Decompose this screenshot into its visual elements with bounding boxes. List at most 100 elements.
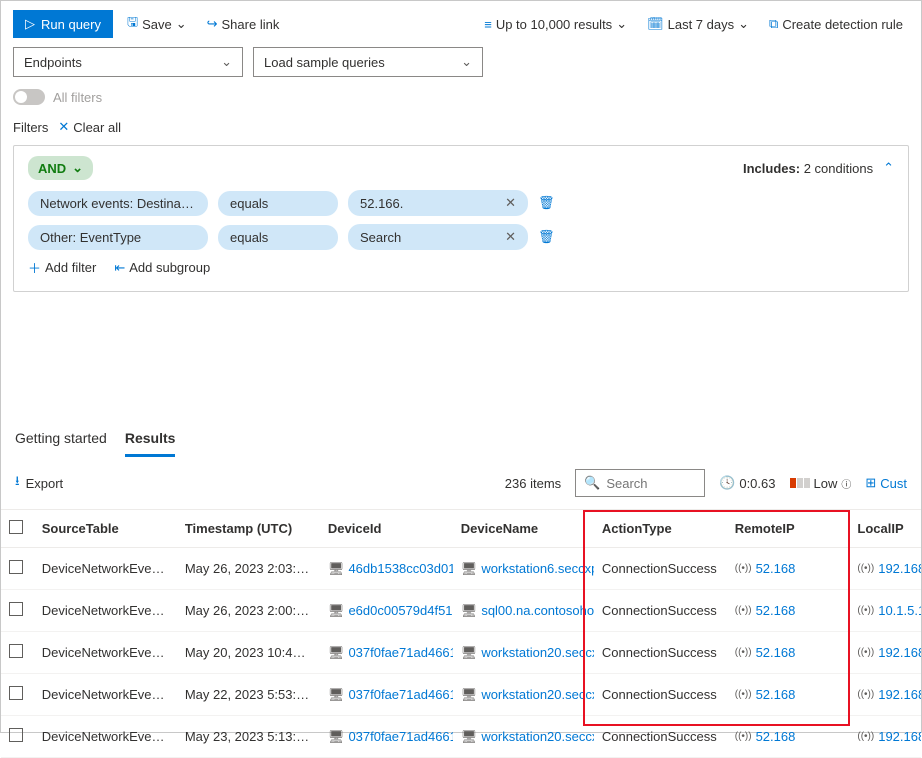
local-ip-link[interactable]: ((•))192.168	[857, 561, 913, 576]
device-name-link[interactable]: 🖥workstation20.seccxp...	[461, 687, 586, 703]
row-checkbox[interactable]	[9, 644, 23, 658]
col-timestamp[interactable]: Timestamp (UTC)	[177, 510, 320, 548]
tab-getting-started[interactable]: Getting started	[15, 422, 107, 457]
device-icon: 🖥	[328, 729, 345, 745]
clear-value-icon[interactable]: ✕	[497, 195, 516, 211]
all-filters-toggle[interactable]	[13, 89, 45, 105]
clear-all-button[interactable]: ✕ Clear all	[58, 119, 121, 135]
sample-label: Load sample queries	[264, 55, 385, 70]
device-id-link[interactable]: 🖥e6d0c00579d4f51ee1...	[328, 603, 445, 619]
filters-label: Filters	[13, 120, 48, 135]
filter-value-text: Search	[360, 230, 401, 245]
device-icon: 🖥	[328, 645, 345, 661]
cell-source: DeviceNetworkEvents	[34, 674, 177, 716]
customize-columns-button[interactable]: ⊞ Cust	[865, 475, 907, 491]
tab-results[interactable]: Results	[125, 422, 176, 457]
detection-icon: ⧉	[769, 16, 778, 32]
filter-value-pill[interactable]: 52.166. ✕	[348, 190, 528, 216]
results-limit-button[interactable]: ≡ Up to 10,000 results ⌄	[478, 12, 633, 36]
chevron-down-icon: ⌄	[72, 160, 83, 176]
play-icon: ▷	[25, 16, 35, 32]
device-name-link[interactable]: 🖥workstation20.seccxp...	[461, 729, 586, 745]
device-icon: 🖥	[461, 645, 478, 661]
filter-op-pill[interactable]: equals	[218, 191, 338, 216]
clear-value-icon[interactable]: ✕	[497, 229, 516, 245]
delete-filter-icon[interactable]: 🗑	[538, 229, 555, 245]
save-button[interactable]: 🖫 Save ⌄	[121, 9, 193, 39]
remote-ip-link[interactable]: ((•))52.168	[735, 729, 842, 744]
device-id-link[interactable]: 🖥037f0fae71ad4661e3...	[328, 687, 445, 703]
row-checkbox[interactable]	[9, 560, 23, 574]
device-icon: 🖥	[461, 729, 478, 745]
local-ip-link[interactable]: ((•))10.1.5.1	[857, 603, 913, 618]
filter-group: AND ⌄ Includes: 2 conditions ⌃ Network e…	[13, 145, 909, 292]
run-query-button[interactable]: ▷ Run query	[13, 10, 113, 38]
filter-op-pill[interactable]: equals	[218, 225, 338, 250]
results-toolbar: ⭳ Export 236 items 🔍 🕓 0:0.63 Low ⓘ ⊞ Cu…	[1, 457, 921, 510]
device-id-link[interactable]: 🖥037f0fae71ad4661e3...	[328, 645, 445, 661]
chevron-down-icon: ⌄	[461, 54, 472, 70]
row-checkbox[interactable]	[9, 728, 23, 742]
customize-label: Cust	[880, 476, 907, 491]
chevron-down-icon: ⌄	[738, 16, 749, 32]
col-device-name[interactable]: DeviceName	[453, 510, 594, 548]
save-label: Save	[142, 17, 172, 32]
time-range-button[interactable]: 🗓 Last 7 days ⌄	[641, 12, 755, 36]
delete-filter-icon[interactable]: 🗑	[538, 195, 555, 211]
run-query-label: Run query	[41, 17, 101, 32]
clock-icon: 🕓	[719, 475, 735, 491]
device-id-link[interactable]: 🖥46db1538cc03d01ed...	[328, 561, 445, 577]
top-toolbar: ▷ Run query 🖫 Save ⌄ ↪ Share link ≡ Up t…	[1, 1, 921, 47]
col-source[interactable]: SourceTable	[34, 510, 177, 548]
subgroup-icon: ⇤	[114, 260, 125, 276]
device-name-link[interactable]: 🖥workstation6.seccxp...	[461, 561, 586, 577]
operator-chip[interactable]: AND ⌄	[28, 156, 93, 180]
results-limit-label: Up to 10,000 results	[496, 17, 612, 32]
share-button[interactable]: ↪ Share link	[201, 12, 286, 36]
cell-source: DeviceNetworkEvents	[34, 590, 177, 632]
search-input[interactable]	[606, 476, 696, 491]
device-name-link[interactable]: 🖥sql00.na.contosohote...	[461, 603, 586, 619]
device-icon: 🖥	[461, 603, 478, 619]
device-icon: 🖥	[328, 561, 345, 577]
query-timing: 🕓 0:0.63	[719, 475, 775, 491]
detection-rule-button[interactable]: ⧉ Create detection rule	[763, 12, 909, 36]
local-ip-link[interactable]: ((•))192.168	[857, 687, 913, 702]
device-name-link[interactable]: 🖥workstation20.seccxp...	[461, 645, 586, 661]
export-label: Export	[26, 476, 64, 491]
col-device-id[interactable]: DeviceId	[320, 510, 453, 548]
filter-field-pill[interactable]: Other: EventType	[28, 225, 208, 250]
info-icon[interactable]: ⓘ	[841, 476, 851, 491]
device-id-link[interactable]: 🖥037f0fae71ad4661e3...	[328, 729, 445, 745]
cell-timestamp: May 26, 2023 2:00:41 PM	[177, 590, 320, 632]
cell-source: DeviceNetworkEvents	[34, 632, 177, 674]
chevron-down-icon: ⌄	[176, 16, 187, 32]
local-ip-link[interactable]: ((•))192.168	[857, 729, 913, 744]
add-subgroup-button[interactable]: ⇤ Add subgroup	[114, 258, 210, 277]
save-icon: 🖫	[127, 13, 138, 35]
export-button[interactable]: ⭳ Export	[15, 472, 63, 494]
sample-select[interactable]: Load sample queries ⌄	[253, 47, 483, 77]
add-filter-button[interactable]: ＋ Add filter	[28, 258, 96, 277]
filter-group-header: AND ⌄ Includes: 2 conditions ⌃	[28, 156, 894, 180]
operator-label: AND	[38, 161, 66, 176]
filter-value-pill[interactable]: Search ✕	[348, 224, 528, 250]
share-icon: ↪	[207, 16, 218, 32]
cell-timestamp: May 22, 2023 5:53:49 AM	[177, 674, 320, 716]
add-filter-label: Add filter	[45, 260, 96, 275]
row-checkbox[interactable]	[9, 602, 23, 616]
filter-field-pill[interactable]: Network events: DestinationIPA...	[28, 191, 208, 216]
annotation-highlight	[583, 510, 850, 726]
row-checkbox[interactable]	[9, 686, 23, 700]
signal-icon: ((•))	[857, 605, 874, 616]
results-search[interactable]: 🔍	[575, 469, 705, 497]
results-table-wrapper: SourceTable Timestamp (UTC) DeviceId Dev…	[1, 510, 921, 758]
cell-timestamp: May 26, 2023 2:03:52 PM	[177, 548, 320, 590]
scope-select[interactable]: Endpoints ⌄	[13, 47, 243, 77]
scope-row: Endpoints ⌄ Load sample queries ⌄	[1, 47, 921, 85]
select-all-checkbox[interactable]	[9, 520, 23, 534]
collapse-icon[interactable]: ⌃	[883, 160, 894, 176]
col-local-ip[interactable]: LocalIP	[849, 510, 921, 548]
local-ip-link[interactable]: ((•))192.168	[857, 645, 913, 660]
add-subgroup-label: Add subgroup	[129, 260, 210, 275]
